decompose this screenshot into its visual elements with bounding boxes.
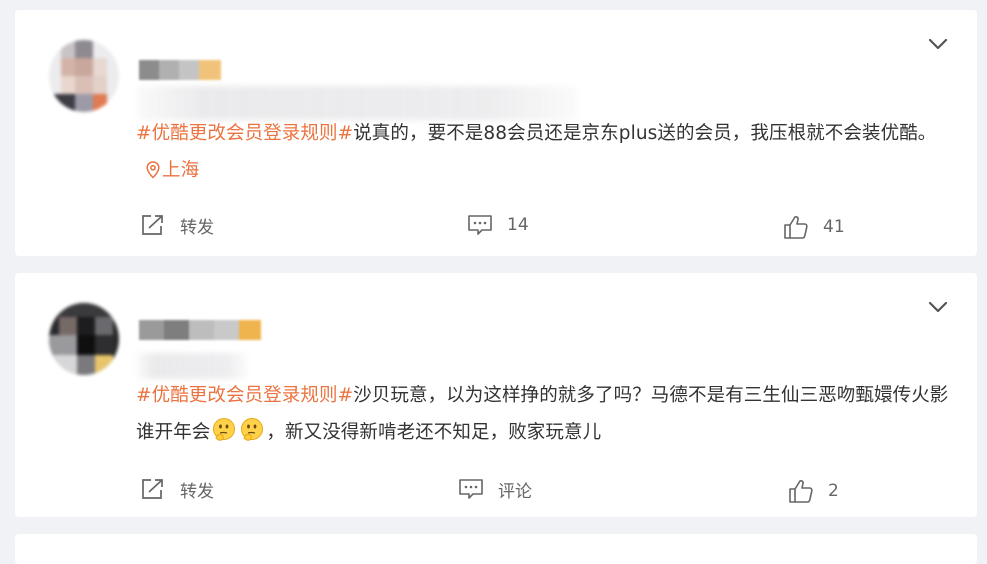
location[interactable]: 上海 [136, 160, 199, 181]
repost-label: 转发 [180, 481, 214, 502]
repost-button[interactable]: 转发 [140, 210, 214, 240]
location-label: 上海 [162, 160, 200, 181]
comment-count: 14 [507, 215, 529, 235]
comment-button[interactable]: 14 [467, 210, 529, 240]
post-card: #优酷更改会员登录规则#沙贝玩意，以为这样挣的就多了吗？马德不是有三生仙三恶吻甄… [15, 273, 977, 517]
comment-icon [468, 215, 492, 235]
like-button[interactable]: 41 [783, 212, 845, 242]
like-count: 2 [828, 481, 839, 501]
post-meta [137, 353, 247, 379]
post-card [15, 534, 977, 564]
repost-button[interactable]: 转发 [140, 474, 214, 504]
post-text: #优酷更改会员登录规则#说真的，要不是88会员还是京东plus送的会员，我压根就… [136, 115, 956, 189]
comment-icon [459, 479, 483, 499]
thinking-face-emoji [241, 418, 264, 441]
post-body-continued: ，新又没得新啃老还不知足，败家玩意儿 [266, 422, 602, 443]
chevron-down-icon[interactable] [927, 36, 949, 52]
post-card: #优酷更改会员登录规则#说真的，要不是88会员还是京东plus送的会员，我压根就… [15, 10, 977, 256]
topic-tag[interactable]: #优酷更改会员登录规则# [136, 123, 353, 144]
chevron-down-icon[interactable] [927, 299, 949, 315]
thumbs-up-icon [784, 216, 808, 239]
share-icon [142, 479, 163, 499]
like-count: 41 [823, 217, 845, 237]
avatar[interactable] [49, 303, 119, 375]
post-text: #优酷更改会员登录规则#沙贝玩意，以为这样挣的就多了吗？马德不是有三生仙三恶吻甄… [136, 377, 956, 451]
location-pin-icon [146, 161, 160, 179]
repost-label: 转发 [180, 217, 214, 238]
topic-tag[interactable]: #优酷更改会员登录规则# [136, 385, 353, 406]
share-icon [142, 215, 163, 235]
action-bar: 转发 14 41 [15, 210, 977, 240]
username[interactable] [139, 320, 269, 342]
comment-label: 评论 [498, 481, 532, 502]
thumbs-up-icon [789, 480, 813, 503]
username[interactable] [139, 60, 229, 82]
like-button[interactable]: 2 [788, 476, 839, 506]
thinking-face-emoji [213, 418, 236, 441]
post-body: 说真的，要不是88会员还是京东plus送的会员，我压根就不会装优酷。 [353, 123, 937, 144]
comment-button[interactable]: 评论 [458, 474, 532, 504]
action-bar: 转发 评论 2 [15, 474, 977, 504]
avatar[interactable] [49, 40, 119, 112]
